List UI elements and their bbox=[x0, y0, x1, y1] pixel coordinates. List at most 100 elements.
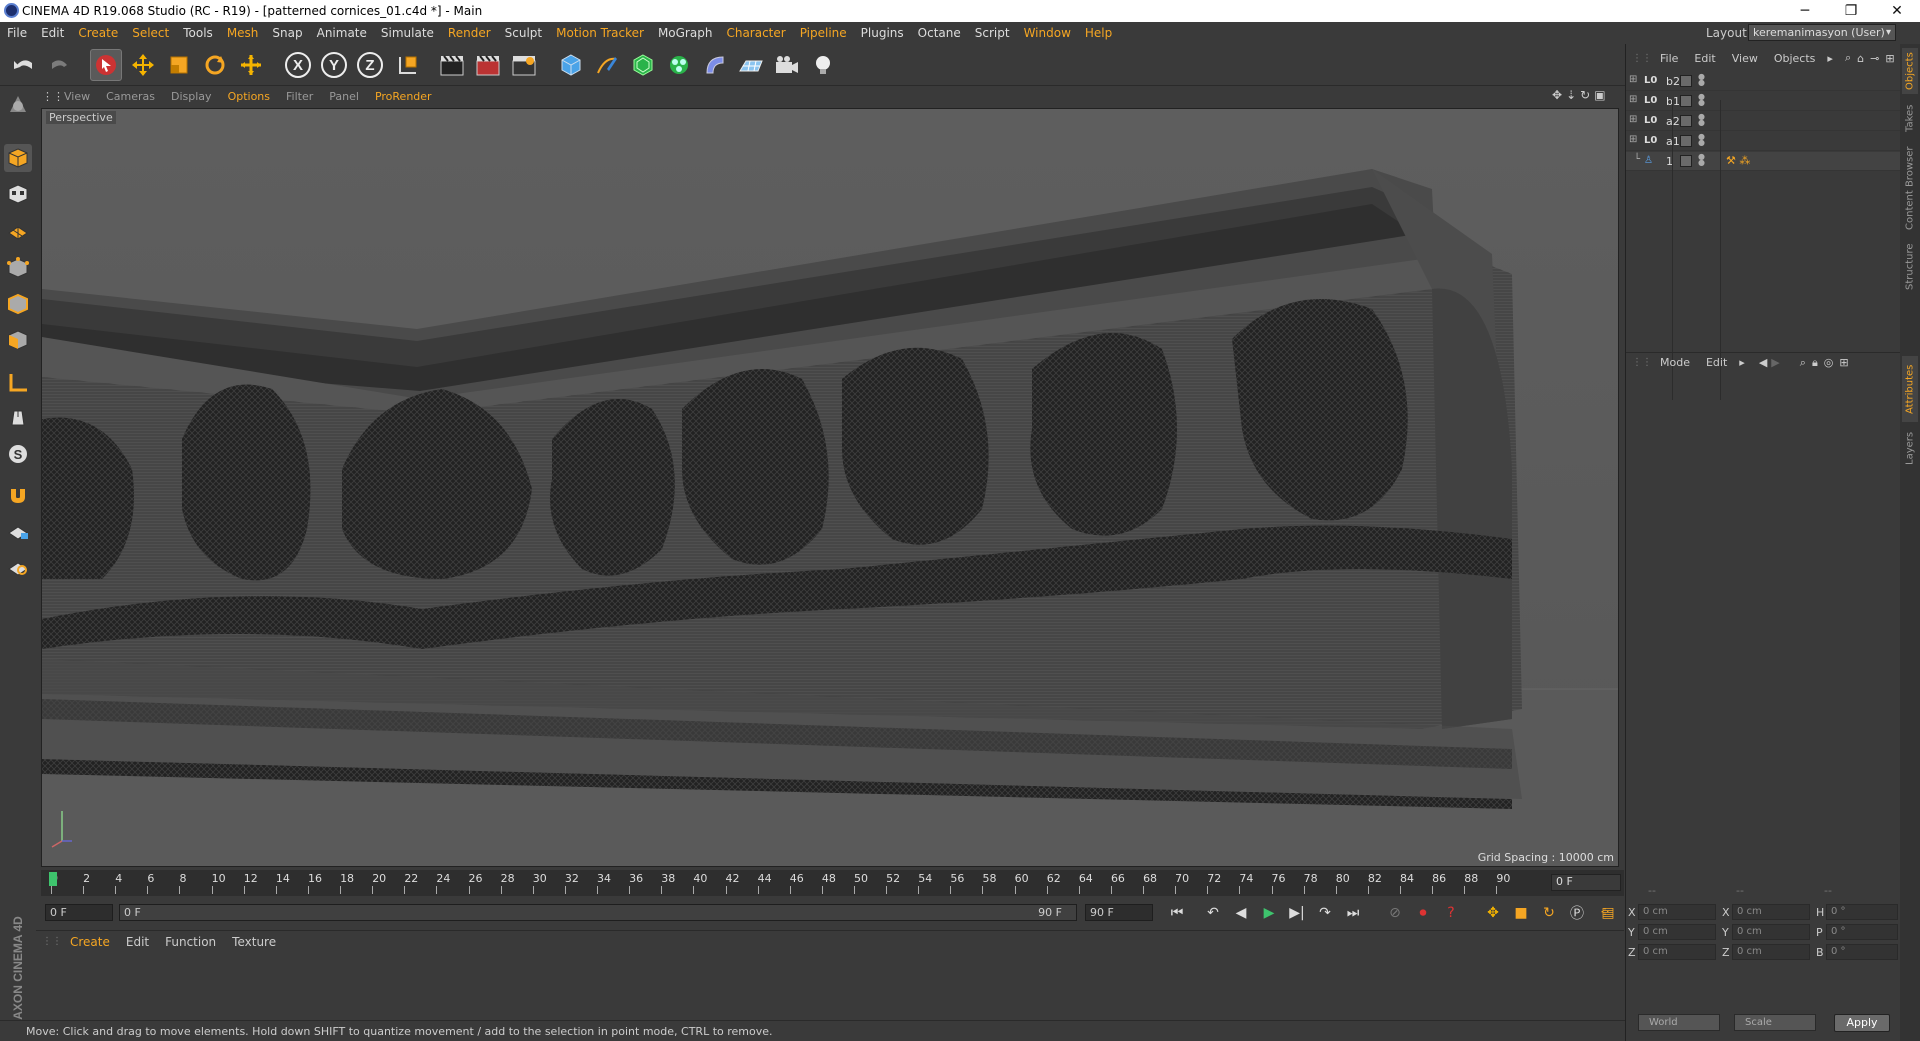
rotation-p-field[interactable]: 0 ° bbox=[1826, 924, 1898, 940]
apply-button[interactable]: Apply bbox=[1834, 1014, 1890, 1032]
layer-checkbox[interactable] bbox=[1680, 155, 1692, 167]
menu-script[interactable]: Script bbox=[968, 26, 1017, 40]
menu-motion-tracker[interactable]: Motion Tracker bbox=[549, 26, 651, 40]
menu-sculpt[interactable]: Sculpt bbox=[498, 26, 549, 40]
tab-objects[interactable]: Objects bbox=[1902, 48, 1918, 94]
play-forward-icon[interactable]: ▶ bbox=[1257, 902, 1281, 924]
menu-create[interactable]: Create bbox=[71, 26, 125, 40]
back-arrow-icon[interactable]: ◀ bbox=[1759, 356, 1767, 369]
more-arrow-icon[interactable]: ▸ bbox=[1827, 52, 1833, 65]
close-button[interactable]: ✕ bbox=[1874, 0, 1920, 22]
rotate-icon[interactable] bbox=[199, 49, 231, 81]
attributes-menu-mode[interactable]: Mode bbox=[1652, 356, 1698, 369]
end-frame-field[interactable]: 90 F bbox=[1085, 904, 1153, 921]
next-keyframe-icon[interactable]: ↷ bbox=[1313, 902, 1337, 924]
objects-menu-view[interactable]: View bbox=[1724, 52, 1766, 65]
keyframe-selection-icon[interactable]: ? bbox=[1439, 902, 1463, 924]
live-selection-icon[interactable] bbox=[235, 49, 267, 81]
visibility-dots-icon[interactable]: ● ● bbox=[1698, 133, 1705, 147]
home-icon[interactable]: ⌂ bbox=[1857, 52, 1864, 65]
new-window-icon[interactable]: ⊞ bbox=[1839, 356, 1848, 369]
tab-attributes[interactable]: Attributes bbox=[1902, 356, 1918, 422]
snapping-icon[interactable] bbox=[4, 480, 32, 508]
visibility-dots-icon[interactable]: ● ● bbox=[1698, 73, 1705, 87]
material-menu-function[interactable]: Function bbox=[157, 935, 224, 949]
material-menu-edit[interactable]: Edit bbox=[118, 935, 157, 949]
position-y-field[interactable]: 0 cm bbox=[1638, 924, 1716, 940]
key-parameter-icon[interactable]: Ⓟ bbox=[1565, 902, 1589, 924]
layer-checkbox[interactable] bbox=[1680, 95, 1692, 107]
material-manager-area[interactable] bbox=[36, 952, 1624, 1016]
z-axis-lock-icon[interactable]: Z bbox=[354, 49, 386, 81]
object-name[interactable]: b2 bbox=[1666, 75, 1680, 88]
layer-checkbox[interactable] bbox=[1680, 75, 1692, 87]
menu-octane[interactable]: Octane bbox=[911, 26, 968, 40]
go-to-end-icon[interactable]: ⏭ bbox=[1341, 902, 1365, 924]
edges-mode-icon[interactable] bbox=[4, 290, 32, 318]
object-row[interactable]: ⊞ L0 a1 ●● bbox=[1626, 132, 1901, 151]
link-icon[interactable]: ⊸ bbox=[1870, 52, 1879, 65]
tab-layers[interactable]: Layers bbox=[1902, 428, 1918, 468]
object-row[interactable]: ⊞ L0 b1 ●● bbox=[1626, 92, 1901, 111]
size-y-field[interactable]: 0 cm bbox=[1732, 924, 1810, 940]
coordinate-mode-select[interactable]: Scale bbox=[1734, 1014, 1816, 1031]
viewport-menu-filter[interactable]: Filter bbox=[278, 90, 321, 103]
light-icon[interactable] bbox=[807, 49, 839, 81]
menu-character[interactable]: Character bbox=[719, 26, 792, 40]
workplane-mode-icon[interactable] bbox=[4, 216, 32, 244]
expand-icon[interactable]: ⊞ bbox=[1629, 94, 1637, 105]
start-frame-field[interactable]: 0 F bbox=[45, 904, 113, 921]
viewport-menu-view[interactable]: View bbox=[56, 90, 98, 103]
key-scale-icon[interactable]: ■ bbox=[1509, 902, 1533, 924]
timeline-window-icon[interactable]: ▤ bbox=[1596, 902, 1620, 924]
perspective-viewport[interactable]: Perspective Grid Spacing : 10000 cm bbox=[41, 108, 1619, 867]
material-menu-create[interactable]: Create bbox=[62, 935, 118, 949]
menu-file[interactable]: File bbox=[0, 26, 34, 40]
visibility-dots-icon[interactable]: ● ● bbox=[1698, 113, 1705, 127]
objects-menu-objects[interactable]: Objects bbox=[1766, 52, 1824, 65]
workplane-lock-icon[interactable] bbox=[4, 516, 32, 544]
cube-primitive-icon[interactable] bbox=[555, 49, 587, 81]
make-editable-icon[interactable] bbox=[4, 90, 32, 118]
visibility-dots-icon[interactable]: ● ● bbox=[1698, 153, 1705, 167]
size-z-field[interactable]: 0 cm bbox=[1732, 944, 1810, 960]
objects-menu-edit[interactable]: Edit bbox=[1686, 52, 1723, 65]
tweak-mode-icon[interactable] bbox=[4, 404, 32, 432]
x-axis-lock-icon[interactable]: X bbox=[282, 49, 314, 81]
subdivision-surface-icon[interactable] bbox=[627, 49, 659, 81]
target-icon[interactable]: ◎ bbox=[1824, 356, 1834, 369]
menu-help[interactable]: Help bbox=[1078, 26, 1119, 40]
expand-icon[interactable]: ⊞ bbox=[1629, 134, 1637, 145]
key-position-icon[interactable]: ✥ bbox=[1481, 902, 1505, 924]
minimize-button[interactable]: ─ bbox=[1782, 0, 1828, 22]
tag-icons[interactable]: ⚒ ⁂ bbox=[1726, 154, 1750, 167]
menu-animate[interactable]: Animate bbox=[310, 26, 374, 40]
floor-scene-icon[interactable] bbox=[735, 49, 767, 81]
object-row[interactable]: ⊞ L0 b2 ● ● bbox=[1626, 72, 1901, 91]
menu-mesh[interactable]: Mesh bbox=[220, 26, 266, 40]
menu-snap[interactable]: Snap bbox=[265, 26, 309, 40]
viewport-menu-panel[interactable]: Panel bbox=[321, 90, 367, 103]
tab-takes[interactable]: Takes bbox=[1902, 100, 1918, 136]
menu-mograph[interactable]: MoGraph bbox=[651, 26, 720, 40]
layout-select[interactable]: keremanimasyon (User) bbox=[1748, 24, 1896, 41]
autokey-icon[interactable]: ⏺ bbox=[1411, 902, 1435, 924]
go-to-start-icon[interactable]: ⏮ bbox=[1165, 902, 1189, 924]
tab-structure[interactable]: Structure bbox=[1902, 240, 1918, 294]
layer-checkbox[interactable] bbox=[1680, 135, 1692, 147]
menu-select[interactable]: Select bbox=[125, 26, 176, 40]
viewport-menu-options[interactable]: Options bbox=[220, 90, 278, 103]
objects-menu-file[interactable]: File bbox=[1652, 52, 1686, 65]
timeline-ruler[interactable]: 0246810121416182022242628303234363840424… bbox=[41, 870, 1549, 896]
menu-render[interactable]: Render bbox=[441, 26, 498, 40]
material-menu-texture[interactable]: Texture bbox=[224, 935, 284, 949]
points-mode-icon[interactable] bbox=[4, 254, 32, 282]
expand-icon[interactable]: ⊞ bbox=[1629, 114, 1637, 125]
restore-button[interactable]: ❐ bbox=[1828, 0, 1874, 22]
visibility-dots-icon[interactable]: ● ● bbox=[1698, 93, 1705, 107]
redo-icon[interactable] bbox=[44, 49, 76, 81]
cloner-icon[interactable] bbox=[663, 49, 695, 81]
tab-content-browser[interactable]: Content Browser bbox=[1902, 142, 1918, 234]
layer-checkbox[interactable] bbox=[1680, 115, 1692, 127]
timeline-current-frame-field[interactable]: 0 F bbox=[1551, 874, 1621, 891]
